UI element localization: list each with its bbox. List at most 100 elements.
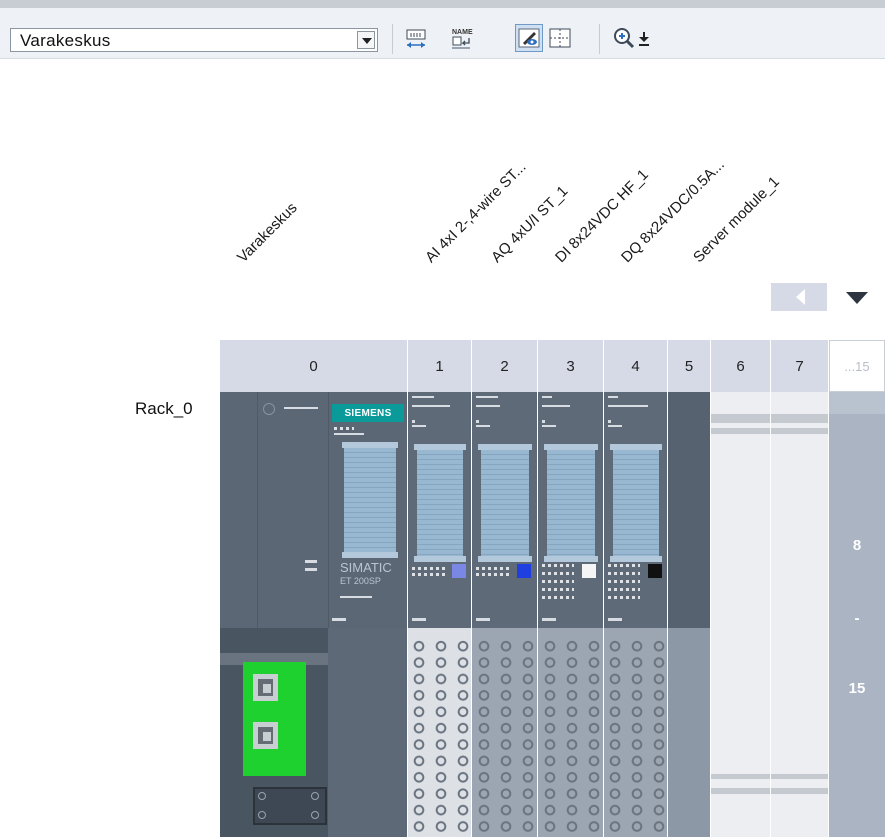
scroll-left-button[interactable] [771,283,827,311]
slot-header-2[interactable]: 2 [472,340,537,392]
overflow-range-end: 15 [848,680,866,697]
rack-label: Rack_0 [135,399,193,418]
screw-terminal [253,787,327,825]
server-module-lower [668,628,710,837]
slot-header-7[interactable]: 7 [771,340,828,392]
slot-header-4[interactable]: 4 [604,340,667,392]
empty-rail [771,428,828,434]
slot-header-overflow[interactable]: ...15 [829,340,885,392]
module-led-row [476,567,512,570]
screw-icon [311,811,319,819]
chevron-down-icon [846,292,868,304]
module-rail [547,450,595,556]
module-text-line [412,405,450,407]
column-header-varakeskus: Varakeskus [234,199,301,267]
slot-header-1[interactable]: 1 [408,340,471,392]
show-names-label: NAME [452,29,473,36]
device-select[interactable]: Varakeskus [10,28,378,52]
module-slot-5[interactable] [668,392,710,837]
siemens-logo: SIEMENS [332,404,404,422]
empty-rail [711,414,770,423]
screw-icon [258,792,266,800]
module-led-row [542,580,574,583]
module-rail-bevel [544,556,598,562]
module-led-row [476,573,512,576]
slot-header-0[interactable]: 0 [220,340,407,392]
slot-header-5[interactable]: 5 [668,340,710,392]
overflow-range-separator: - [854,610,860,627]
module-led-row [608,588,640,591]
module-led-row [476,618,490,621]
module-rail [344,448,396,552]
empty-rail [771,774,828,779]
grid-view-button[interactable] [546,24,574,52]
module-color-code [452,564,466,578]
slot-header-3[interactable]: 3 [538,340,603,392]
overflow-slots[interactable]: 8 - 15 [829,392,885,837]
module-text-line [412,396,434,398]
module-led-row [608,596,640,599]
screw-icon [258,811,266,819]
empty-rail [771,414,828,423]
zoom-dropdown-icon [639,32,649,46]
chevron-down-icon[interactable] [357,31,375,49]
head-module-slot[interactable]: SIEMENS SIMATIC ET 200SP [220,392,407,837]
module-text-line [476,425,490,427]
module-led-row [305,560,317,563]
zoom-dropdown-button[interactable] [634,24,654,52]
toolbar-separator [599,24,600,54]
ethernet-port-icon[interactable] [253,722,278,749]
module-led [608,420,611,423]
overflow-slot-top [829,392,885,414]
module-text-line [476,405,500,407]
bus-adapter-ports[interactable] [243,662,306,776]
show-names-button[interactable]: NAME [448,24,476,52]
empty-slot-7[interactable] [771,392,828,837]
scroll-expand-button[interactable] [829,283,885,311]
terminal-holes [473,638,535,835]
module-color-code [582,564,596,578]
slot-header-6[interactable]: 6 [711,340,770,392]
device-view-toolbar: Varakeskus NAME [0,8,885,59]
module-led-row [412,567,448,570]
screw-icon [311,792,319,800]
module-led-row [542,618,556,621]
empty-rail [711,428,770,434]
terminal-holes [604,638,666,835]
module-text-line [608,405,648,407]
fit-width-icon [406,29,426,48]
fit-width-button[interactable] [402,24,430,52]
module-text-line [542,396,552,398]
module-led-row [542,572,574,575]
module-led-row [608,564,640,567]
terminal-holes [539,638,601,835]
module-rail-bevel [414,556,466,562]
module-rail-bevel [610,556,662,562]
module-divider [257,392,258,628]
module-rail-bevel [342,552,398,558]
module-led-row [412,573,448,576]
module-slot-2[interactable] [472,392,537,837]
ethernet-port-icon[interactable] [253,674,278,701]
show-module-labels-button[interactable] [515,24,543,52]
show-names-icon: NAME [452,29,473,49]
empty-slot-6[interactable] [711,392,770,837]
module-slot-3[interactable] [538,392,603,837]
device-select-value: Varakeskus [20,31,111,50]
window-top-strip [0,0,885,8]
show-module-labels-icon [518,28,540,48]
module-rail-bevel [478,556,532,562]
module-led-row [542,588,574,591]
module-color-code [517,564,531,578]
module-text-line [340,596,372,598]
module-slot-1[interactable] [408,392,471,837]
server-module-body [668,392,710,628]
empty-rail [711,774,770,779]
module-slot-4[interactable] [604,392,667,837]
module-led-row [305,568,317,571]
module-rail [481,450,529,556]
module-text-line [412,425,426,427]
module-text-line [608,425,622,427]
module-led-row [334,427,354,430]
module-led-row [608,572,640,575]
